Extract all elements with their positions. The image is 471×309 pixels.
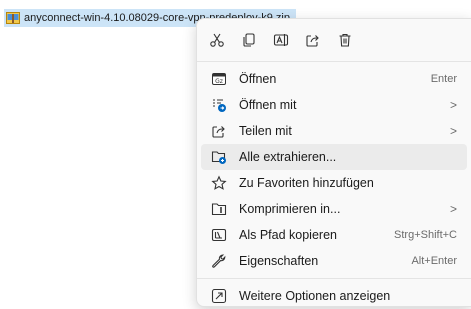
- rename-button[interactable]: [265, 25, 297, 55]
- svg-text:Gz: Gz: [215, 78, 223, 85]
- menu-separator: [197, 61, 471, 62]
- open-with-menu-item[interactable]: Öffnen mit >: [201, 92, 467, 118]
- add-favorite-label: Zu Favoriten hinzufügen: [239, 176, 374, 190]
- compress-label: Komprimieren in...: [239, 202, 341, 216]
- cut-icon: [210, 33, 224, 47]
- copy-as-path-shortcut: Strg+Shift+C: [394, 229, 457, 241]
- add-favorite-menu-item[interactable]: Zu Favoriten hinzufügen: [201, 170, 467, 196]
- properties-shortcut: Alt+Enter: [411, 255, 457, 267]
- chevron-right-icon: >: [449, 98, 457, 112]
- star-icon: [211, 175, 227, 190]
- compress-menu-item[interactable]: Komprimieren in... >: [201, 196, 467, 222]
- rename-icon: [273, 34, 289, 46]
- more-options-menu-item[interactable]: Weitere Optionen anzeigen: [201, 283, 467, 309]
- wrench-icon: [212, 254, 226, 268]
- open-shortcut: Enter: [430, 73, 457, 85]
- copy-path-icon: [211, 228, 227, 242]
- extract-all-menu-item[interactable]: Alle extrahieren...: [201, 144, 467, 170]
- context-menu-toolbar: [197, 19, 471, 57]
- menu-separator: [197, 278, 471, 279]
- copy-button[interactable]: [233, 25, 265, 55]
- share-with-label: Teilen mit: [239, 124, 292, 138]
- more-options-label: Weitere Optionen anzeigen: [239, 289, 391, 303]
- open-menu-item[interactable]: Gz Öffnen Enter: [201, 66, 467, 92]
- open-with-icon: [213, 99, 226, 112]
- copy-as-path-label: Als Pfad kopieren: [239, 228, 337, 242]
- share-with-menu-item[interactable]: Teilen mit >: [201, 118, 467, 144]
- open-app-icon: Gz: [212, 73, 226, 85]
- compress-icon: [211, 203, 227, 216]
- context-menu: Gz Öffnen Enter Öffnen mit > Teilen mit …: [196, 18, 471, 307]
- more-options-icon: [211, 288, 227, 304]
- share-button[interactable]: [297, 25, 329, 55]
- copy-icon: [243, 33, 255, 47]
- properties-label: Eigenschaften: [239, 254, 319, 268]
- chevron-right-icon: >: [449, 202, 457, 216]
- delete-button[interactable]: [329, 25, 361, 55]
- cut-button[interactable]: [201, 25, 233, 55]
- delete-icon: [339, 33, 351, 47]
- zip-archive-icon: [6, 12, 20, 24]
- share-with-icon: [212, 126, 225, 138]
- copy-as-path-menu-item[interactable]: Als Pfad kopieren Strg+Shift+C: [201, 222, 467, 248]
- properties-menu-item[interactable]: Eigenschaften Alt+Enter: [201, 248, 467, 274]
- open-with-label: Öffnen mit: [239, 98, 297, 112]
- open-label: Öffnen: [239, 72, 277, 86]
- chevron-right-icon: >: [449, 124, 457, 138]
- extract-icon: [211, 151, 226, 164]
- share-icon: [306, 35, 319, 47]
- extract-all-label: Alle extrahieren...: [239, 150, 337, 164]
